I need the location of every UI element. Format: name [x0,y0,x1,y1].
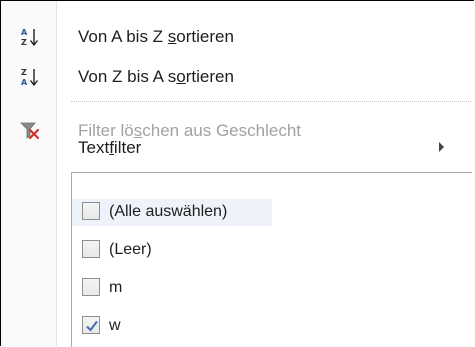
sort-z-to-a-label: Von Z bis A sortieren [78,67,234,86]
checkmark-icon [86,320,98,332]
filter-value-list[interactable]: (Alle auswählen) (Leer) m w [71,172,472,347]
menu-separator [71,101,471,102]
checkbox[interactable] [82,202,100,220]
list-item-select-all[interactable]: (Alle auswählen) [72,199,272,226]
list-item-label: w [109,317,121,334]
checkbox-checked[interactable] [82,316,100,334]
svg-text:Z: Z [21,38,27,47]
svg-text:A: A [21,28,28,37]
list-item-label: m [109,279,123,296]
list-item-w[interactable]: w [72,313,272,340]
text-filter-label: Textfilter [78,138,142,157]
sort-a-to-z-label: Von A bis Z sortieren [78,27,234,46]
autofilter-dropdown-menu: A Z Von A bis Z sortieren Z A Von Z bis … [0,0,474,347]
checkbox[interactable] [82,278,100,296]
list-item-label: (Alle auswählen) [109,203,228,220]
list-item-empty[interactable]: (Leer) [72,237,272,264]
svg-text:Z: Z [21,68,27,77]
svg-text:A: A [21,78,28,87]
submenu-arrow-icon [439,142,444,152]
text-filter-item[interactable]: Textfilter [1,127,474,167]
list-item-label: (Leer) [109,241,152,258]
sort-z-to-a-item[interactable]: Z A Von Z bis A sortieren [1,57,474,97]
sort-a-to-z-icon: A Z [19,26,41,48]
sort-a-to-z-item[interactable]: A Z Von A bis Z sortieren [1,17,474,57]
checkbox[interactable] [82,240,100,258]
sort-z-to-a-icon: Z A [19,66,41,88]
list-item-m[interactable]: m [72,275,272,302]
